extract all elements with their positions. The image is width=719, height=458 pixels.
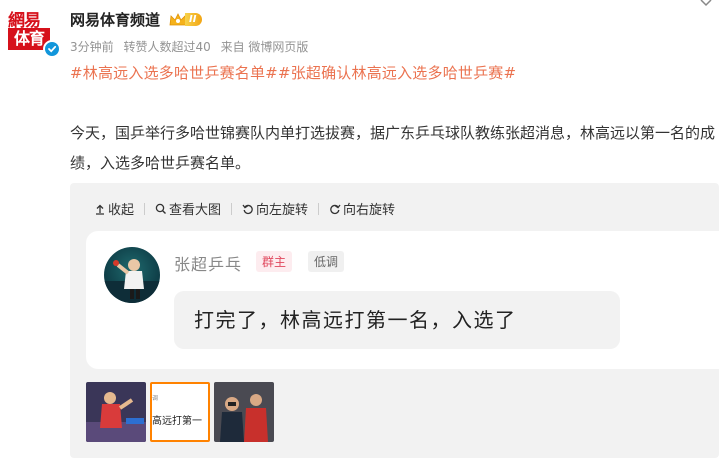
author-row: 网易体育频道 II xyxy=(70,9,203,30)
topic-tags[interactable]: #林高远入选多哈世乒赛名单##张超确认林高远入选多哈世乒赛# xyxy=(70,62,516,83)
thumbnail-strip: 调 高远打第一 xyxy=(86,382,274,442)
rotate-left-button[interactable]: 向左旋转 xyxy=(242,199,308,218)
role-badge: 群主 xyxy=(256,251,293,272)
repost-count: 转赞人数超过40 xyxy=(123,40,211,54)
thumbnail-2[interactable]: 调 高远打第一 xyxy=(150,382,210,442)
level-badge: 低调 xyxy=(308,251,345,272)
rotate-right-button[interactable]: 向右旋转 xyxy=(329,199,395,218)
collapse-icon xyxy=(96,204,104,215)
rotate-left-icon xyxy=(242,204,253,214)
vip-level: II xyxy=(185,13,203,26)
toolbar-divider xyxy=(318,202,320,215)
post-source: 来自 微博网页版 xyxy=(220,40,309,54)
media-viewer: 收起 查看大图 向左旋转 向右旋转 张超乒乓 群主 低调 打完了，林高远打第一名… xyxy=(70,183,719,458)
post-time[interactable]: 3分钟前 xyxy=(70,40,114,54)
chat-username: 张超乒乓 xyxy=(174,255,243,274)
chat-avatar xyxy=(104,247,160,303)
thumbnail-1[interactable] xyxy=(86,382,146,442)
author-avatar[interactable]: 網易 体育 xyxy=(6,6,61,58)
search-icon xyxy=(155,203,167,214)
verified-icon xyxy=(43,40,61,58)
vip-badge[interactable]: II xyxy=(168,11,203,28)
author-name[interactable]: 网易体育频道 xyxy=(70,9,160,30)
post-meta: 3分钟前 转赞人数超过40 来自 微博网页版 xyxy=(70,38,308,55)
collapse-button[interactable]: 收起 xyxy=(94,199,134,218)
chevron-down-icon[interactable] xyxy=(699,0,713,10)
thumbnail-3[interactable] xyxy=(214,382,274,442)
toolbar-divider xyxy=(231,202,233,215)
post-text: 今天，国乒举行多哈世锦赛队内单打选拔赛，据广东乒乓球队教练张超消息，林高远以第一… xyxy=(70,124,716,172)
rotate-right-icon xyxy=(330,204,341,214)
thumbnail-text: 高远打第一 xyxy=(152,416,202,427)
toolbar-divider xyxy=(144,202,146,215)
chat-message: 打完了，林高远打第一名，入选了 xyxy=(174,291,620,349)
view-large-button[interactable]: 查看大图 xyxy=(155,199,221,218)
media-toolbar: 收起 查看大图 向左旋转 向右旋转 xyxy=(94,199,395,218)
enlarged-image[interactable]: 张超乒乓 群主 低调 打完了，林高远打第一名，入选了 xyxy=(86,231,719,369)
